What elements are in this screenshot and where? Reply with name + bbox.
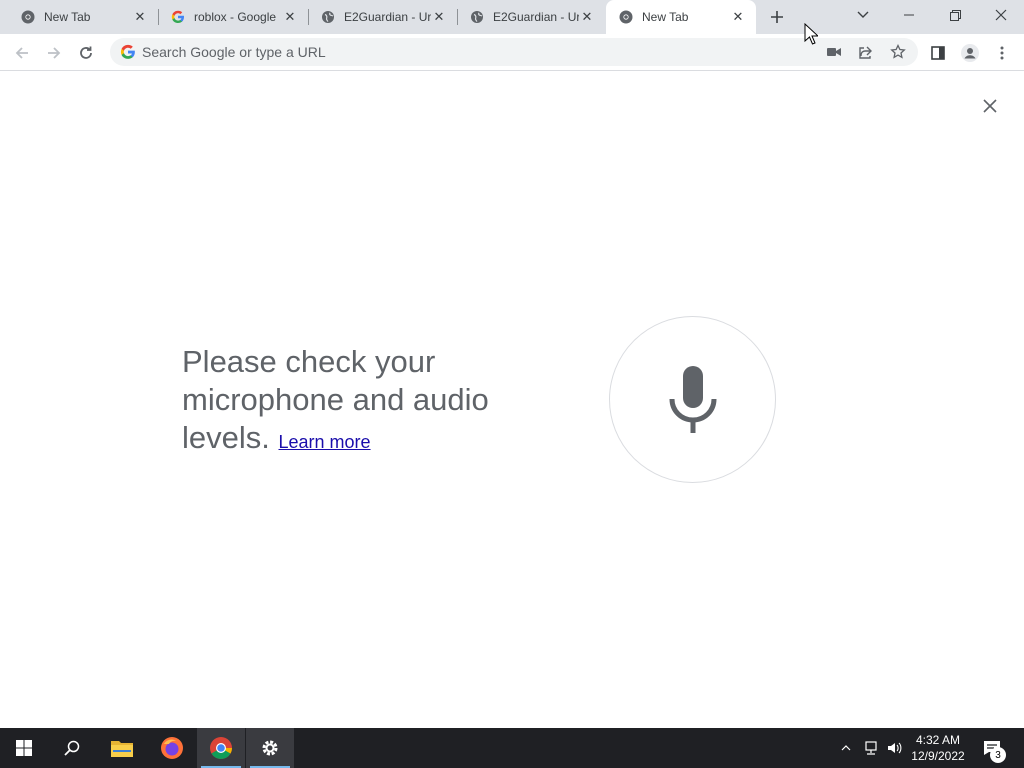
taskbar-clock[interactable]: 4:32 AM 12/9/2022 xyxy=(902,732,974,764)
settings-button[interactable] xyxy=(246,728,294,768)
microphone-icon xyxy=(669,365,716,433)
network-icon xyxy=(865,741,877,755)
tab-e2guardian-2[interactable]: E2Guardian - Ur ✕ xyxy=(457,0,605,34)
restore-icon xyxy=(949,9,961,21)
microphone-button[interactable] xyxy=(609,316,776,483)
close-icon xyxy=(983,99,997,113)
chevron-down-icon xyxy=(857,11,869,18)
reload-icon xyxy=(80,46,92,59)
learn-more-link[interactable]: Learn more xyxy=(279,432,371,452)
close-tab-icon[interactable]: ✕ xyxy=(282,9,298,25)
globe-icon xyxy=(320,9,336,25)
chrome-taskbar-button[interactable] xyxy=(197,728,245,768)
camera-button[interactable] xyxy=(820,38,848,66)
network-button[interactable] xyxy=(860,728,882,768)
file-explorer-button[interactable] xyxy=(98,728,146,768)
close-tab-icon[interactable]: ✕ xyxy=(579,9,595,25)
gear-icon xyxy=(262,740,278,756)
tab-title: roblox - Google xyxy=(194,10,277,24)
globe-icon xyxy=(469,9,485,25)
close-tab-icon[interactable]: ✕ xyxy=(431,9,447,25)
tab-title: New Tab xyxy=(642,10,689,24)
side-panel-button[interactable] xyxy=(924,39,952,67)
video-camera-icon xyxy=(827,48,841,56)
mouse-cursor-icon xyxy=(804,23,818,45)
search-icon xyxy=(64,740,80,756)
browser-toolbar xyxy=(0,34,1024,71)
firefox-icon xyxy=(161,737,183,759)
tab-new-tab-active[interactable]: New Tab ✕ xyxy=(606,0,756,34)
tab-title: E2Guardian - Ur xyxy=(493,10,579,24)
close-tab-icon[interactable]: ✕ xyxy=(730,9,746,25)
address-bar[interactable] xyxy=(110,38,918,66)
close-window-button[interactable] xyxy=(978,0,1024,30)
star-icon xyxy=(890,44,906,59)
minimize-icon xyxy=(904,14,914,16)
tab-search-button[interactable] xyxy=(840,0,886,30)
arrow-left-icon xyxy=(15,47,28,59)
close-tab-icon[interactable]: ✕ xyxy=(132,9,148,25)
folder-icon xyxy=(111,741,133,757)
windows-taskbar: 4:32 AM 12/9/2022 3 xyxy=(0,728,1024,768)
notification-count-badge: 3 xyxy=(990,747,1006,763)
back-button[interactable] xyxy=(8,39,36,67)
close-icon xyxy=(995,9,1007,21)
google-icon xyxy=(170,9,186,25)
tab-strip: New Tab ✕ roblox - Google ✕ E2Guardian -… xyxy=(0,0,1024,34)
clock-time: 4:32 AM xyxy=(915,733,961,747)
google-icon xyxy=(120,44,135,59)
bookmark-button[interactable] xyxy=(884,38,912,66)
omnibox-input[interactable] xyxy=(142,38,782,66)
forward-button[interactable] xyxy=(40,39,68,67)
menu-button[interactable] xyxy=(988,39,1016,67)
chevron-up-icon xyxy=(841,745,851,751)
chrome-icon xyxy=(20,9,36,25)
chrome-icon xyxy=(210,737,232,759)
tab-roblox-google[interactable]: roblox - Google ✕ xyxy=(158,0,308,34)
speaker-icon xyxy=(888,742,902,754)
reload-button[interactable] xyxy=(72,39,100,67)
windows-logo-icon xyxy=(16,740,32,756)
plus-icon xyxy=(771,11,783,23)
profile-button[interactable] xyxy=(956,39,984,67)
share-button[interactable] xyxy=(852,38,880,66)
voice-search-message: Please check your microphone and audio l… xyxy=(182,343,542,461)
arrow-right-icon xyxy=(48,47,61,59)
tab-e2guardian-1[interactable]: E2Guardian - Ur ✕ xyxy=(308,0,457,34)
share-icon xyxy=(859,46,872,59)
tab-new-tab-1[interactable]: New Tab ✕ xyxy=(0,0,158,34)
chrome-icon xyxy=(618,9,634,25)
start-button[interactable] xyxy=(0,728,48,768)
show-hidden-icons-button[interactable] xyxy=(836,728,856,768)
clock-date: 12/9/2022 xyxy=(911,749,965,763)
more-vert-icon xyxy=(1000,46,1004,60)
restore-button[interactable] xyxy=(932,0,978,30)
new-tab-button[interactable] xyxy=(764,4,790,30)
firefox-button[interactable] xyxy=(148,728,196,768)
tab-title: New Tab xyxy=(44,10,91,24)
side-panel-icon xyxy=(931,46,945,60)
avatar-icon xyxy=(961,44,979,62)
tab-title: E2Guardian - Ur xyxy=(344,10,431,24)
search-button[interactable] xyxy=(48,728,96,768)
minimize-button[interactable] xyxy=(886,0,932,30)
close-voice-search-button[interactable] xyxy=(976,92,1004,120)
